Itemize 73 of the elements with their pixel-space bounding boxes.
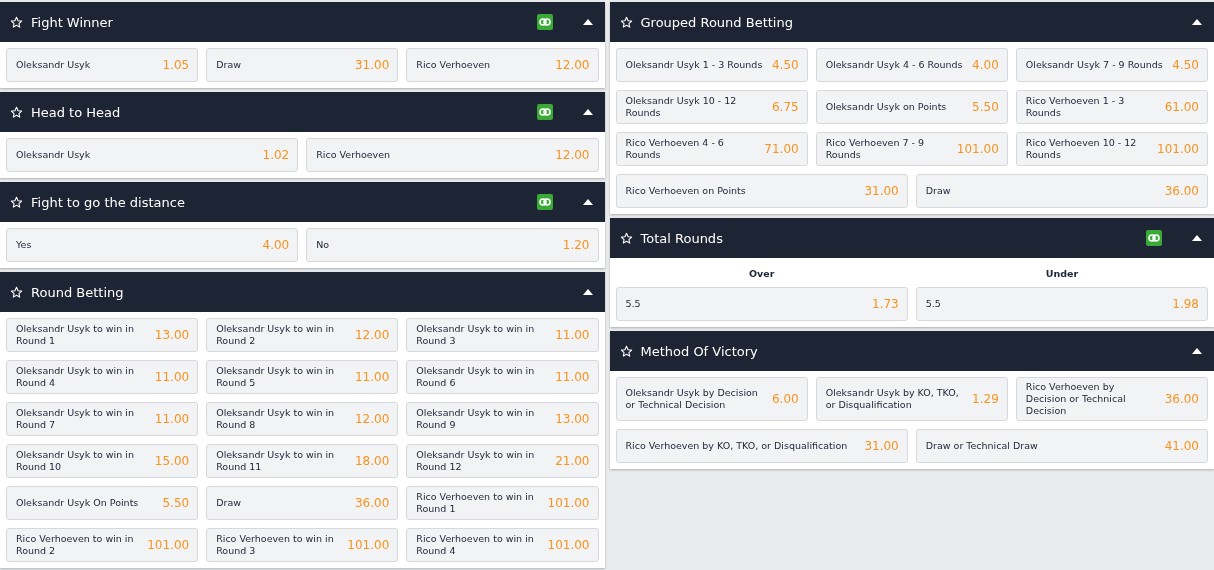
odds-button[interactable]: Oleksandr Usyk to win in Round 9 13.00 xyxy=(406,402,599,436)
odds-button[interactable]: Oleksandr Usyk to win in Round 7 11.00 xyxy=(6,402,199,436)
star-icon[interactable] xyxy=(10,15,23,29)
market-title: Head to Head xyxy=(31,104,122,120)
market-header[interactable]: Grouped Round Betting xyxy=(609,2,1214,42)
star-icon[interactable] xyxy=(10,105,23,119)
odds-button[interactable]: Rico Verhoeven 4 - 6 Rounds 71.00 xyxy=(615,132,808,166)
odds-button[interactable]: Oleksandr Usyk to win in Round 6 11.00 xyxy=(406,360,599,394)
star-icon[interactable] xyxy=(619,231,633,245)
collapse-icon[interactable] xyxy=(1192,235,1202,241)
column-label: Under xyxy=(1044,267,1080,279)
odds-button[interactable]: Rico Verhoeven to win in Round 3 101.00 xyxy=(206,528,399,562)
collapse-icon[interactable] xyxy=(1192,348,1202,354)
odds-button[interactable]: Rico Verhoeven 12.00 xyxy=(306,138,599,172)
market-header[interactable]: Head to Head xyxy=(0,92,605,132)
odds-button[interactable]: Oleksandr Usyk 1.05 xyxy=(6,48,199,82)
odds-button[interactable]: 5.5 1.98 xyxy=(915,287,1208,321)
odds-button[interactable]: Draw 31.00 xyxy=(206,48,399,82)
collapse-icon[interactable] xyxy=(582,289,593,295)
column-label: Over xyxy=(747,267,776,279)
odds-button[interactable]: Oleksandr Usyk On Points 5.50 xyxy=(6,486,199,520)
odds-button[interactable]: Yes 4.00 xyxy=(6,228,299,262)
odds-button[interactable]: Oleksandr Usyk on Points 5.50 xyxy=(815,90,1008,124)
collapse-icon[interactable] xyxy=(582,199,593,205)
odds-button[interactable]: Oleksandr Usyk by Decision or Technical Decision 6.00 xyxy=(615,377,808,421)
odds-button[interactable]: Oleksandr Usyk to win in Round 12 21.00 xyxy=(406,444,599,478)
market-header[interactable]: Total Rounds xyxy=(609,218,1214,258)
odds-button[interactable]: Oleksandr Usyk by KO, TKO, or Disqualification 1.29 xyxy=(815,377,1008,421)
collapse-icon[interactable] xyxy=(582,109,593,115)
star-icon[interactable] xyxy=(10,285,23,299)
market-title: Method Of Victory xyxy=(640,343,759,359)
odds-button[interactable]: Oleksandr Usyk 4 - 6 Rounds 4.00 xyxy=(815,48,1008,82)
odds-button[interactable]: No 1.20 xyxy=(306,228,599,262)
odds-button[interactable]: Rico Verhoeven to win in Round 2 101.00 xyxy=(6,528,199,562)
collapse-icon[interactable] xyxy=(582,19,593,25)
star-icon[interactable] xyxy=(619,344,633,358)
odds-button[interactable]: Rico Verhoeven 10 - 12 Rounds 101.00 xyxy=(1015,132,1208,166)
odds-button[interactable]: Draw 36.00 xyxy=(915,174,1208,208)
star-icon[interactable] xyxy=(10,195,23,209)
market-title: Fight Winner xyxy=(31,14,114,30)
odds-button[interactable]: Oleksandr Usyk 1 - 3 Rounds 4.50 xyxy=(615,48,808,82)
odds-button[interactable]: Rico Verhoeven to win in Round 4 101.00 xyxy=(406,528,599,562)
odds-button[interactable]: Oleksandr Usyk to win in Round 4 11.00 xyxy=(6,360,199,394)
market-title: Fight to go the distance xyxy=(31,194,186,210)
market-header[interactable]: Method Of Victory xyxy=(609,331,1214,371)
odds-button[interactable]: Oleksandr Usyk to win in Round 10 15.00 xyxy=(6,444,199,478)
odds-button[interactable]: Oleksandr Usyk 7 - 9 Rounds 4.50 xyxy=(1015,48,1208,82)
odds-button[interactable]: Rico Verhoeven on Points 31.00 xyxy=(615,174,908,208)
odds-button[interactable]: Rico Verhoeven 1 - 3 Rounds 61.00 xyxy=(1015,90,1208,124)
odds-button[interactable]: 5.5 1.73 xyxy=(615,287,908,321)
odds-button[interactable]: Rico Verhoeven by KO, TKO, or Disqualification 31.00 xyxy=(615,429,908,463)
star-icon[interactable] xyxy=(619,15,633,29)
odds-button[interactable]: Oleksandr Usyk to win in Round 2 12.00 xyxy=(206,318,399,352)
odds-button[interactable]: Oleksandr Usyk to win in Round 5 11.00 xyxy=(206,360,399,394)
market-title: Grouped Round Betting xyxy=(640,14,794,30)
odds-button[interactable]: Draw or Technical Draw 41.00 xyxy=(915,429,1208,463)
market-title: Total Rounds xyxy=(640,230,724,246)
odds-button[interactable]: Rico Verhoeven by Decision or Technical Decision 36.00 xyxy=(1015,377,1208,421)
odds-button[interactable]: Rico Verhoeven 7 - 9 Rounds 101.00 xyxy=(815,132,1008,166)
odds-button[interactable]: Oleksandr Usyk to win in Round 8 12.00 xyxy=(206,402,399,436)
market-header[interactable]: Fight to go the distance xyxy=(0,182,605,222)
odds-button[interactable]: Oleksandr Usyk to win in Round 1 13.00 xyxy=(6,318,199,352)
odds-button[interactable]: Draw 36.00 xyxy=(206,486,399,520)
odds-button[interactable]: Oleksandr Usyk 1.02 xyxy=(6,138,299,172)
market-title: Round Betting xyxy=(31,284,125,300)
odds-button[interactable]: Rico Verhoeven 12.00 xyxy=(406,48,599,82)
market-header[interactable]: Round Betting xyxy=(0,272,605,312)
odds-button[interactable]: Oleksandr Usyk to win in Round 11 18.00 xyxy=(206,444,399,478)
odds-button[interactable]: Oleksandr Usyk to win in Round 3 11.00 xyxy=(406,318,599,352)
market-header[interactable]: Fight Winner xyxy=(0,2,605,42)
odds-button[interactable]: Oleksandr Usyk 10 - 12 Rounds 6.75 xyxy=(615,90,808,124)
collapse-icon[interactable] xyxy=(1192,19,1202,25)
odds-button[interactable]: Rico Verhoeven to win in Round 1 101.00 xyxy=(406,486,599,520)
